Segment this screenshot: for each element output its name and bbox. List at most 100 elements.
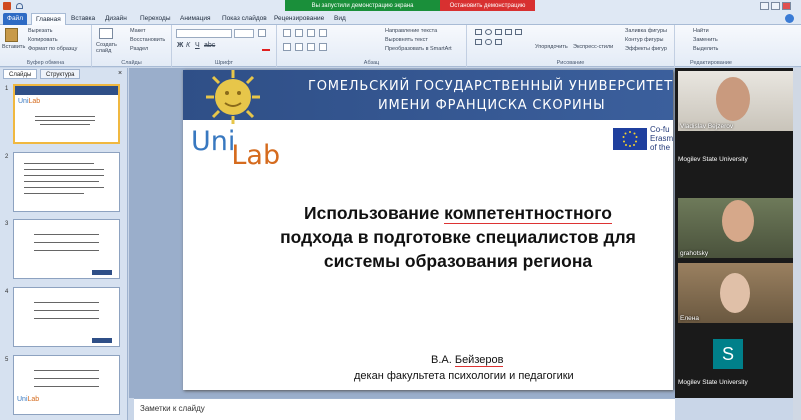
sharing-status: Вы запустили демонстрацию экрана: [285, 0, 440, 11]
tab-outline[interactable]: Структура: [40, 69, 81, 79]
slide-header-banner: ГОМЕЛЬСКИЙ ГОСУДАРСТВЕННЫЙ УНИВЕРСИТЕТ И…: [183, 70, 673, 124]
tab-animation[interactable]: Анимация: [176, 13, 215, 25]
screen-share-bar: Вы запустили демонстрацию экрана Останов…: [285, 0, 535, 11]
increase-indent-icon[interactable]: [319, 29, 327, 37]
font-color-icon[interactable]: [262, 43, 270, 51]
shape-star-icon[interactable]: [475, 39, 482, 45]
notes-placeholder: Заметки к слайду: [140, 404, 205, 413]
university-name-line2: ИМЕНИ ФРАНЦИСКА СКОРИНЫ: [378, 98, 606, 113]
slide-title[interactable]: Использование компетентностного подхода …: [243, 201, 673, 273]
align-text-button[interactable]: Выровнять текст: [385, 37, 428, 43]
tab-insert[interactable]: Вставка: [67, 13, 99, 25]
slides-panel: Слайды Структура × 1 UniLab 2 3 4 5 UniL…: [0, 68, 128, 420]
slide-number: 1: [5, 86, 9, 92]
eu-flag-icon: [613, 128, 647, 150]
tab-design[interactable]: Дизайн: [101, 13, 131, 25]
bold-icon[interactable]: Ж: [177, 42, 183, 49]
author-position[interactable]: декан факультета психологии и педагогики: [354, 370, 574, 382]
slides-group: Создать слайд Макет Восстановить Раздел …: [92, 25, 172, 67]
stop-sharing-button[interactable]: Остановить демонстрацию: [440, 0, 535, 11]
align-left-icon[interactable]: [283, 43, 291, 51]
close-button[interactable]: [782, 2, 791, 10]
participant-video[interactable]: Елена: [678, 263, 795, 323]
section-button[interactable]: Раздел: [130, 46, 148, 52]
undo-icon[interactable]: [16, 3, 23, 9]
university-name-line1: ГОМЕЛЬСКИЙ ГОСУДАРСТВЕННЫЙ УНИВЕРСИТЕТ: [308, 79, 673, 94]
video-participants-panel: Vladislav Bejzerov Mogilev State Univers…: [675, 68, 801, 398]
tab-slideshow[interactable]: Показ слайдов: [218, 13, 271, 25]
erasmus-cofund-text: Co-fu Erasm of the: [650, 125, 673, 152]
slide-thumbnail[interactable]: [13, 152, 120, 212]
shape-line-icon[interactable]: [495, 29, 502, 35]
tab-file[interactable]: Файл: [3, 13, 27, 25]
replace-button[interactable]: Заменить: [693, 37, 718, 43]
layout-button[interactable]: Макет: [130, 28, 146, 34]
paragraph-group: Направление текста Выровнять текст Преоб…: [277, 25, 467, 67]
align-center-icon[interactable]: [295, 43, 303, 51]
slide-number: 5: [5, 357, 9, 363]
maximize-button[interactable]: [771, 2, 780, 10]
paste-icon[interactable]: [5, 28, 18, 42]
author-name[interactable]: В.А. Бейзеров: [431, 354, 504, 367]
tab-slides[interactable]: Слайды: [3, 69, 38, 79]
text-direction-button[interactable]: Направление текста: [385, 28, 437, 34]
decrease-indent-icon[interactable]: [307, 29, 315, 37]
slide-thumbnail[interactable]: UniLab: [13, 84, 120, 144]
tab-home[interactable]: Главная: [31, 13, 66, 25]
numbering-icon[interactable]: [295, 29, 303, 37]
shape-fill-button[interactable]: Заливка фигуры: [625, 28, 667, 34]
current-slide[interactable]: ГОМЕЛЬСКИЙ ГОСУДАРСТВЕННЫЙ УНИВЕРСИТЕТ И…: [183, 70, 673, 390]
quick-styles-button[interactable]: Экспресс-стили: [573, 44, 613, 50]
slide-thumbnail[interactable]: [13, 219, 120, 279]
shape-rounded-icon[interactable]: [485, 39, 492, 45]
shape-brace-icon[interactable]: [495, 39, 502, 45]
font-family-select[interactable]: [176, 29, 232, 38]
participant-name: Елена: [680, 315, 699, 322]
drawing-group: Упорядочить Экспресс-стили Заливка фигур…: [467, 25, 675, 67]
tab-transitions[interactable]: Переходы: [136, 13, 175, 25]
participant-org: Mogilev State University: [678, 379, 748, 386]
minimize-button[interactable]: [760, 2, 769, 10]
save-icon[interactable]: [3, 2, 11, 10]
close-panel-icon[interactable]: ×: [118, 70, 125, 77]
underline-icon[interactable]: Ч: [195, 42, 200, 49]
participant-video[interactable]: grahotsky: [678, 198, 795, 258]
strikethrough-icon[interactable]: abc: [204, 42, 215, 49]
align-right-icon[interactable]: [307, 43, 315, 51]
arrange-button[interactable]: Упорядочить: [535, 44, 568, 50]
slide-thumbnail[interactable]: UniLab: [13, 355, 120, 415]
reset-button[interactable]: Восстановить: [130, 37, 165, 43]
font-group: Ж К Ч abc Шрифт: [172, 25, 277, 67]
shape-oval-icon[interactable]: [485, 29, 492, 35]
participant-face: [720, 273, 750, 313]
participant-name: grahotsky: [680, 250, 709, 257]
participant-avatar[interactable]: S: [713, 339, 743, 369]
tab-view[interactable]: Вид: [330, 13, 350, 25]
grow-font-icon[interactable]: [258, 29, 266, 37]
shape-arrow-icon[interactable]: [505, 29, 512, 35]
bullets-icon[interactable]: [283, 29, 291, 37]
new-slide-button[interactable]: Создать слайд: [96, 42, 120, 54]
shape-outline-button[interactable]: Контур фигуры: [625, 37, 663, 43]
notes-pane[interactable]: Заметки к слайду: [134, 398, 675, 420]
smartart-button[interactable]: Преобразовать в SmartArt: [385, 46, 452, 52]
cut-button[interactable]: Вырезать: [28, 28, 52, 34]
find-button[interactable]: Найти: [693, 28, 709, 34]
paste-button[interactable]: Вставить: [2, 44, 25, 50]
copy-button[interactable]: Копировать: [28, 37, 58, 43]
slide-thumbnail[interactable]: [13, 287, 120, 347]
italic-icon[interactable]: К: [186, 42, 190, 49]
justify-icon[interactable]: [319, 43, 327, 51]
shape-rectangle-icon[interactable]: [475, 29, 482, 35]
vertical-scrollbar[interactable]: [793, 68, 801, 420]
shape-triangle-icon[interactable]: [515, 29, 522, 35]
tab-review[interactable]: Рецензирование: [270, 13, 328, 25]
select-button[interactable]: Выделить: [693, 46, 718, 52]
format-painter-button[interactable]: Формат по образцу: [28, 46, 77, 52]
font-size-select[interactable]: [234, 29, 254, 38]
shape-effects-button[interactable]: Эффекты фигур: [625, 46, 667, 52]
new-slide-icon[interactable]: [99, 28, 113, 39]
participant-org: Mogilev State University: [678, 156, 748, 163]
participant-video[interactable]: Vladislav Bejzerov: [678, 71, 795, 131]
help-icon[interactable]: [785, 14, 794, 23]
